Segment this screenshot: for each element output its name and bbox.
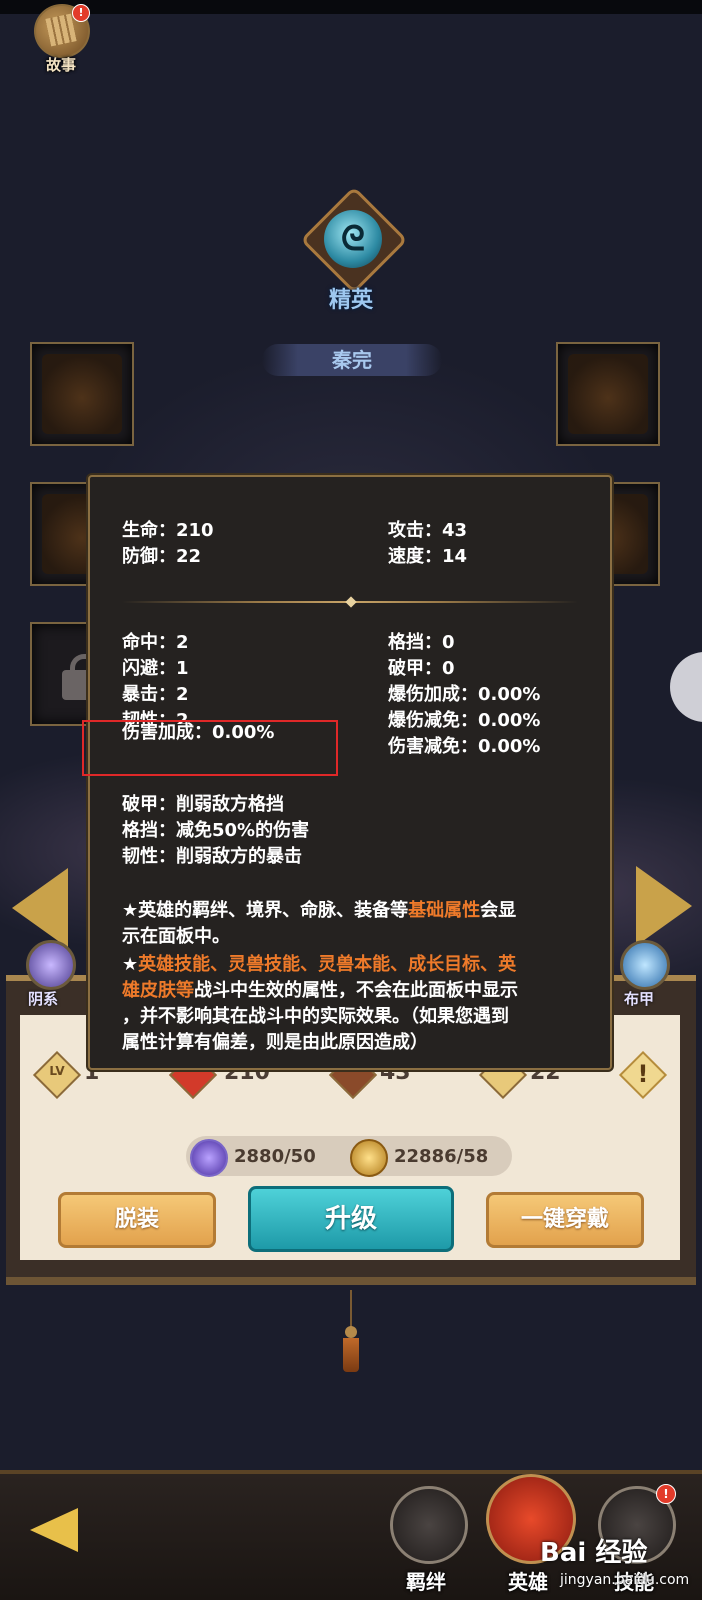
coin-icon xyxy=(350,1139,388,1177)
skill-notification-badge: ! xyxy=(656,1484,676,1504)
nav-hero-label: 英雄 xyxy=(508,1570,548,1594)
story-notification-badge: ! xyxy=(72,4,90,22)
unequip-button[interactable]: 脱装 xyxy=(58,1192,216,1248)
stat-hp: 生命：210 xyxy=(122,520,214,541)
nav-bond-label: 羁绊 xyxy=(406,1570,446,1594)
upgrade-button[interactable]: 升级 xyxy=(248,1186,454,1252)
equip-all-button[interactable]: 一键穿戴 xyxy=(486,1192,644,1248)
elite-glyph-icon: ᘓ xyxy=(341,219,365,259)
back-arrow-icon[interactable] xyxy=(30,1508,78,1552)
note-base-attributes-line2: 示在面板中。 xyxy=(122,926,230,947)
stat-armor-break: 破甲：0 xyxy=(388,658,455,679)
stat-crit-damage-reduction: 爆伤减免：0.00% xyxy=(388,710,541,731)
stat-defense: 防御：22 xyxy=(122,546,202,567)
armor-type-cloth-icon xyxy=(620,940,670,990)
note-combat-attributes-line3: ，并不影响其在战斗中的实际效果。（如果您遇到 xyxy=(122,1006,509,1027)
hero-rank-label: 精英 xyxy=(328,288,373,313)
explain-block: 格挡：减免50%的伤害 xyxy=(122,820,310,841)
elite-emblem: ᘓ xyxy=(298,186,408,294)
note-combat-attributes-line4: 属性计算有偏差，则是由此原因造成） xyxy=(122,1032,428,1053)
next-hero-arrow-icon[interactable] xyxy=(636,866,692,946)
stat-damage-reduction: 伤害减免：0.00% xyxy=(388,736,541,757)
equipment-slot-armor[interactable] xyxy=(556,342,660,446)
tassel-ornament xyxy=(340,1290,362,1372)
stat-hit: 命中：2 xyxy=(122,632,189,653)
hero-name: 秦完 xyxy=(332,348,372,372)
note-combat-attributes: ★英雄技能、灵兽技能、灵兽本能、成长目标、英 xyxy=(122,954,517,975)
stat-speed: 速度：14 xyxy=(388,546,468,567)
watermark-logo: Bai 经验 xyxy=(540,1538,648,1568)
stat-attack: 攻击：43 xyxy=(388,520,468,541)
resource-spirit: 2880/50 xyxy=(234,1146,316,1167)
stat-crit-damage-bonus: 爆伤加成：0.00% xyxy=(388,684,541,705)
spirit-resource-icon xyxy=(190,1139,228,1177)
element-yin-icon xyxy=(26,940,76,990)
note-combat-attributes-line2: 雄皮肤等战斗中生效的属性，不会在此面板中显示 xyxy=(122,980,518,1001)
equipment-slot-weapon[interactable] xyxy=(30,342,134,446)
annotation-highlight-box xyxy=(82,720,338,776)
armor-icon xyxy=(568,354,648,434)
stat-block: 格挡：0 xyxy=(388,632,455,653)
watermark-url: jingyan.baidu.com xyxy=(560,1572,690,1588)
explain-toughness: 韧性：削弱敌方的暴击 xyxy=(122,846,302,867)
bond-nav-icon[interactable] xyxy=(390,1486,468,1564)
weapon-icon xyxy=(42,354,122,434)
explain-armor-break: 破甲：削弱敌方格挡 xyxy=(122,794,284,815)
story-label: 故事 xyxy=(45,56,76,74)
note-base-attributes: ★英雄的羁绊、境界、命脉、装备等基础属性会显 xyxy=(122,900,517,921)
story-button[interactable]: ! 故事 xyxy=(30,4,92,74)
stat-crit: 暴击：2 xyxy=(122,684,189,705)
hero-name-bar: 秦完 xyxy=(262,344,442,376)
status-bar xyxy=(0,0,702,14)
armor-type-label: 布甲 xyxy=(624,990,655,1008)
level-badge-text: LV xyxy=(49,1064,65,1078)
stat-dodge: 闪避：1 xyxy=(122,658,189,679)
info-warning-icon: ! xyxy=(637,1060,649,1088)
element-label: 阴系 xyxy=(28,990,59,1008)
prev-hero-arrow-icon[interactable] xyxy=(12,868,68,948)
resource-gold: 22886/58 xyxy=(394,1146,489,1167)
